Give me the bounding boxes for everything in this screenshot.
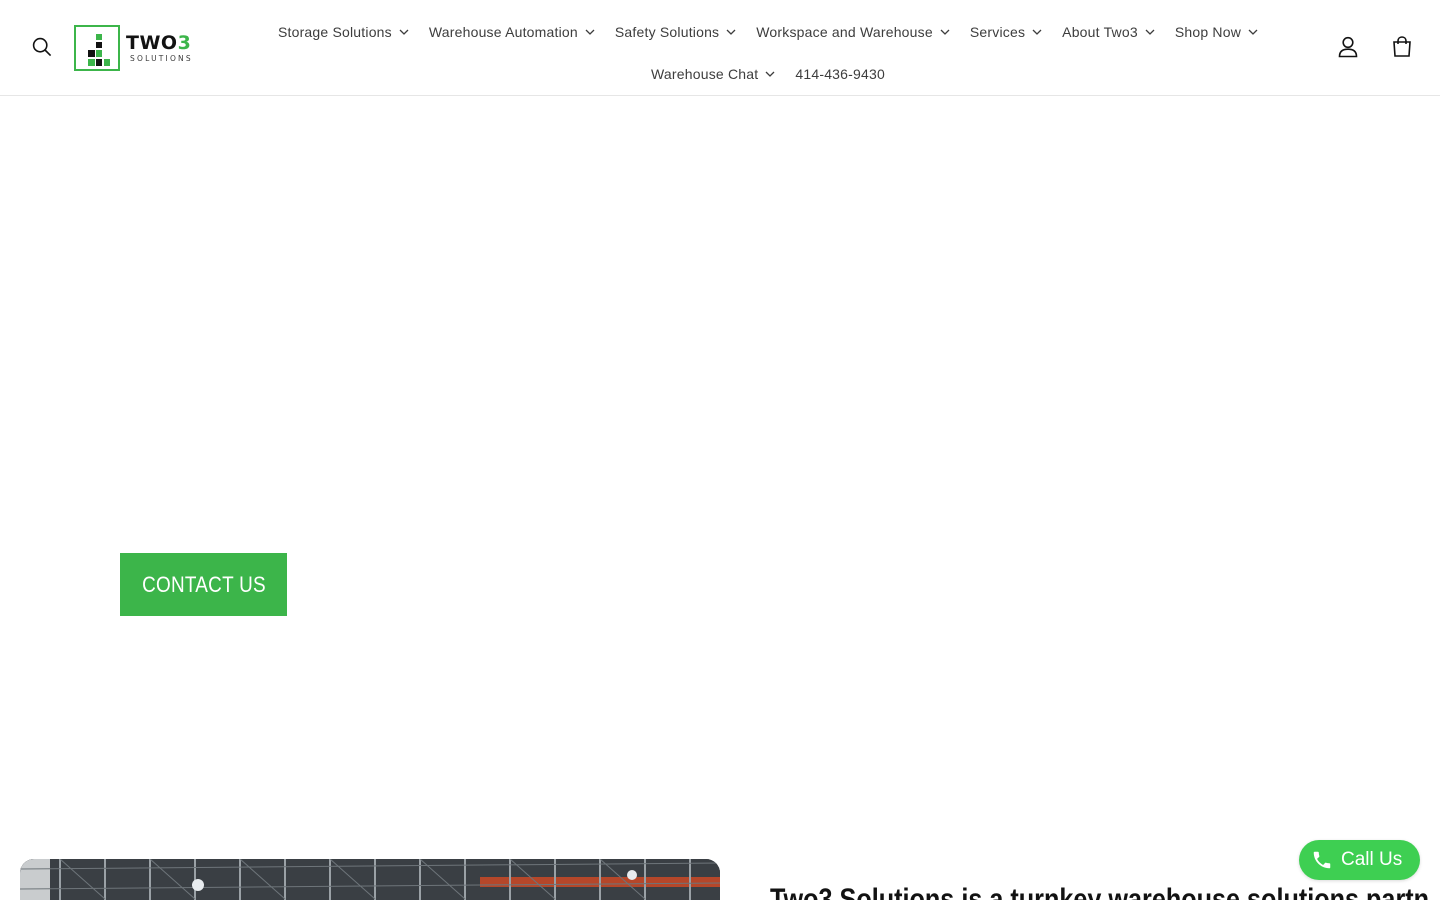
nav-label: Shop Now [1174, 24, 1242, 40]
chevron-down-icon [399, 29, 409, 35]
chevron-down-icon [585, 29, 595, 35]
contact-us-button[interactable]: CONTACT US [120, 553, 287, 616]
nav-workspace-and-warehouse[interactable]: Workspace and Warehouse [746, 22, 960, 42]
nav-safety-solutions[interactable]: Safety Solutions [605, 22, 746, 42]
nav-warehouse-chat[interactable]: Warehouse Chat [641, 64, 785, 84]
nav-label: Warehouse Automation [428, 24, 578, 40]
nav-label: Safety Solutions [614, 24, 720, 40]
nav-shop-now[interactable]: Shop Now [1165, 22, 1268, 42]
nav-about-two3[interactable]: About Two3 [1052, 22, 1165, 42]
nav-label: Warehouse Chat [651, 66, 759, 82]
account-button[interactable] [1334, 33, 1362, 61]
nav-label: Workspace and Warehouse [756, 24, 933, 40]
chevron-down-icon [726, 29, 736, 35]
main-nav-row-2: Warehouse Chat 414-436-9430 [48, 64, 1440, 84]
site-header: TWO3 SOLUTIONS Storage Solutions Warehou… [0, 0, 1440, 96]
chevron-down-icon [1248, 29, 1258, 35]
chevron-down-icon [765, 71, 775, 77]
hero-section [0, 97, 1440, 817]
warehouse-racking-image [20, 859, 720, 900]
call-us-label: Call Us [1341, 849, 1403, 870]
call-us-button[interactable]: Call Us [1299, 840, 1420, 880]
chevron-down-icon [940, 29, 950, 35]
nav-warehouse-automation[interactable]: Warehouse Automation [419, 22, 605, 42]
main-nav-row-1: Storage Solutions Warehouse Automation S… [48, 22, 1440, 42]
account-icon [1338, 36, 1358, 58]
chevron-down-icon [1032, 29, 1042, 35]
cart-button[interactable] [1388, 33, 1416, 61]
nav-label: About Two3 [1062, 24, 1138, 40]
nav-services[interactable]: Services [960, 22, 1052, 42]
nav-storage-solutions[interactable]: Storage Solutions [268, 22, 419, 42]
cart-icon [1393, 36, 1411, 57]
nav-phone-link[interactable]: 414-436-9430 [785, 64, 895, 84]
feature-heading: Two3 Solutions is a turnkey warehouse so… [770, 883, 1430, 900]
logo-subtitle: SOLUTIONS [130, 53, 193, 63]
nav-label: Storage Solutions [277, 24, 392, 40]
chevron-down-icon [1145, 29, 1155, 35]
nav-label: Services [969, 24, 1026, 40]
phone-icon [1313, 851, 1331, 869]
